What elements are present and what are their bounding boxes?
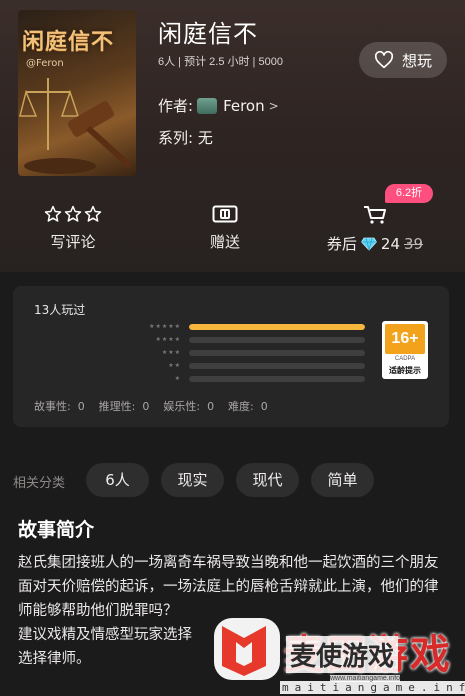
rating-distribution: ★★★★★ ★★★★ ★★★ ★★ ★ — [133, 320, 373, 385]
category-label: 相关分类 — [13, 476, 66, 491]
category-tag[interactable]: 6人 — [86, 463, 149, 497]
cover-author-mark: @Feron — [26, 58, 64, 69]
watermark-url: www.maitiangame.info — [330, 675, 401, 682]
author-label: 作者: — [158, 97, 194, 115]
action-bar: 写评论 赠送 券后 24 39 — [0, 205, 465, 265]
age-rating-tip: 适龄提示 — [389, 366, 421, 375]
original-price: 39 — [404, 234, 424, 253]
gift-button[interactable]: 赠送 — [192, 205, 258, 252]
category-tag[interactable]: 简单 — [311, 463, 374, 497]
category-tag[interactable]: 现代 — [236, 463, 299, 497]
watermark-small-text: maitiangame.info — [280, 681, 465, 694]
author-link[interactable]: 作者: Feron > — [158, 95, 279, 116]
heart-icon — [374, 51, 393, 69]
coupon-price-label: 券后 — [326, 235, 357, 253]
write-review-button[interactable]: 写评论 — [40, 205, 106, 252]
cover-title: 闲庭信不 — [22, 29, 115, 55]
rating-bar-track — [189, 323, 365, 330]
rating-stars-4: ★★★★ — [155, 336, 181, 343]
want-to-play-label: 想玩 — [401, 51, 432, 70]
age-rating-value: 16+ — [385, 324, 425, 354]
author-name: Feron — [223, 96, 265, 115]
age-rating-badge[interactable]: 16+ CADPA 适龄提示 — [382, 321, 428, 379]
age-rating-org: CADPA — [394, 356, 416, 362]
rating-stars-1: ★ — [174, 375, 181, 382]
rating-bar-track — [189, 362, 365, 369]
game-title: 闲庭信不 — [158, 20, 258, 48]
gift-card-icon — [212, 205, 238, 223]
played-count: 13人玩过 — [34, 303, 86, 317]
game-cover-image[interactable]: 闲庭信不 @Feron — [18, 10, 136, 176]
rating-row-1: ★ — [133, 372, 373, 385]
series-value: 无 — [197, 129, 213, 147]
rating-bar-track — [189, 375, 365, 382]
author-avatar — [197, 97, 218, 114]
synopsis-title: 故事简介 — [18, 519, 95, 541]
series-info: 系列: 无 — [158, 127, 213, 148]
want-to-play-button[interactable]: 想玩 — [359, 42, 447, 78]
write-review-label: 写评论 — [50, 233, 96, 251]
rating-row-4: ★★★★ — [133, 333, 373, 346]
game-attributes: 故事性: 0 推理性: 0 娱乐性: 0 难度: 0 — [34, 400, 268, 413]
rating-row-3: ★★★ — [133, 346, 373, 359]
rating-card: 13人玩过 ★★★★★ ★★★★ ★★★ ★★ ★ 16+ CADPA 适龄提示… — [13, 286, 449, 427]
gavel-illustration — [19, 78, 133, 174]
rating-bar-track — [189, 336, 365, 343]
rating-stars-2: ★★ — [168, 362, 181, 369]
diamond-icon — [360, 237, 377, 251]
rating-bar-fill-5 — [189, 323, 365, 330]
rating-bar-track — [189, 349, 365, 356]
coupon-price: 24 — [380, 234, 400, 253]
series-label: 系列: — [158, 129, 194, 147]
game-meta-info: 6人 | 预计 2.5 小时 | 5000 — [158, 56, 283, 68]
rating-stars-5: ★★★★★ — [149, 323, 181, 330]
category-tag[interactable]: 现实 — [161, 463, 224, 497]
gift-label: 赠送 — [209, 233, 240, 251]
price-row: 券后 24 39 — [327, 233, 423, 254]
discount-badge: 6.2折 — [385, 184, 433, 203]
cart-icon — [364, 206, 386, 224]
synopsis-text: 赵氏集团接班人的一场离奇车祸导致当晚和他一起饮酒的三个朋友面对天价赔偿的起诉，一… — [18, 551, 448, 671]
buy-button[interactable]: 券后 24 39 — [320, 205, 430, 254]
rating-stars-3: ★★★ — [161, 349, 181, 356]
synopsis-body: 赵氏集团接班人的一场离奇车祸导致当晚和他一起饮酒的三个朋友面对天价赔偿的起诉，一… — [18, 555, 439, 667]
chevron-right-icon: > — [268, 98, 279, 113]
stars-outline-icon — [44, 205, 102, 222]
rating-row-2: ★★ — [133, 359, 373, 372]
rating-row-5: ★★★★★ — [133, 320, 373, 333]
